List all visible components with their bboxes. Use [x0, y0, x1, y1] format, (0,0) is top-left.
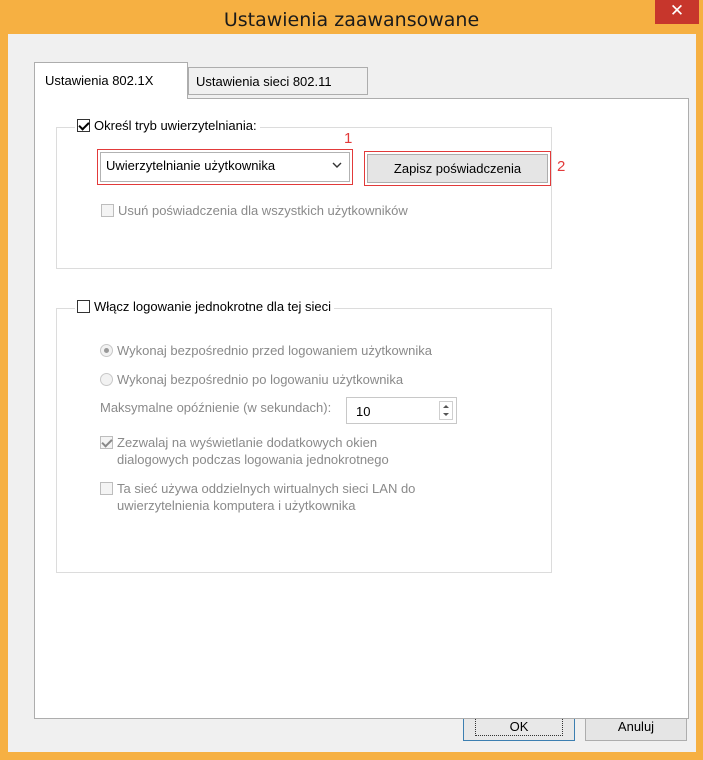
dialog-body: Ustawienia 802.1X Ustawienia sieci 802.1…: [8, 34, 696, 752]
chevron-down-icon: [331, 156, 343, 177]
allow-dialogs-option[interactable]: Zezwalaj na wyświetlanie dodatkowych oki…: [100, 435, 377, 450]
sso-checkbox[interactable]: [77, 300, 90, 313]
ok-button-label: OK: [474, 717, 564, 736]
separate-vlan-label-1: Ta sieć używa oddzielnych wirtualnych si…: [117, 481, 416, 496]
radio-before-logon-button[interactable]: [100, 344, 113, 357]
close-icon: ✕: [669, 1, 685, 21]
sso-checkbox-label: Włącz logowanie jednokrotne dla tej siec…: [94, 299, 332, 314]
allow-dialogs-label-1: Zezwalaj na wyświetlanie dodatkowych oki…: [117, 435, 378, 450]
delete-credentials-checkbox[interactable]: [101, 204, 114, 217]
radio-after-logon[interactable]: Wykonaj bezpośrednio po logowaniu użytko…: [100, 372, 403, 387]
annotation-marker-1: 1: [344, 130, 353, 147]
delete-credentials-label: Usuń poświadczenia dla wszystkich użytko…: [118, 203, 408, 218]
delete-credentials-option[interactable]: Usuń poświadczenia dla wszystkich użytko…: [101, 203, 408, 218]
save-credentials-button[interactable]: Zapisz poświadczenia: [367, 154, 548, 183]
radio-before-logon-label: Wykonaj bezpośrednio przed logowaniem uż…: [117, 343, 432, 358]
auth-mode-checkbox-label: Określ tryb uwierzytelniania:: [94, 118, 257, 133]
radio-after-logon-button[interactable]: [100, 373, 113, 386]
max-delay-spinner[interactable]: 10: [346, 397, 457, 424]
auth-mode-checkbox[interactable]: [77, 119, 90, 132]
separate-vlan-option[interactable]: Ta sieć używa oddzielnych wirtualnych si…: [100, 481, 415, 496]
tab-panel: Określ tryb uwierzytelniania: 1 Uwierzyt…: [34, 98, 689, 719]
radio-after-logon-label: Wykonaj bezpośrednio po logowaniu użytko…: [117, 372, 404, 387]
allow-dialogs-label-2: dialogowych podczas logowania jednokrotn…: [117, 452, 389, 467]
max-delay-value: 10: [356, 404, 371, 419]
title-bar[interactable]: Ustawienia zaawansowane ✕: [0, 0, 703, 34]
separate-vlan-checkbox[interactable]: [100, 482, 113, 495]
radio-before-logon[interactable]: Wykonaj bezpośrednio przed logowaniem uż…: [100, 343, 432, 358]
close-button[interactable]: ✕: [655, 0, 699, 24]
max-delay-label: Maksymalne opóźnienie (w sekundach):: [100, 400, 332, 415]
annotation-marker-2: 2: [557, 158, 566, 175]
window-title: Ustawienia zaawansowane: [223, 9, 480, 31]
auth-mode-group: Określ tryb uwierzytelniania: 1 Uwierzyt…: [56, 118, 565, 269]
auth-mode-dropdown[interactable]: Uwierzytelnianie użytkownika: [100, 152, 350, 182]
sso-legend[interactable]: Włącz logowanie jednokrotne dla tej siec…: [75, 299, 335, 314]
sso-group: Włącz logowanie jednokrotne dla tej siec…: [56, 299, 552, 573]
tab-8021x-settings[interactable]: Ustawienia 802.1X: [34, 62, 188, 99]
auth-mode-legend[interactable]: Określ tryb uwierzytelniania:: [75, 118, 260, 133]
tab-80211-settings[interactable]: Ustawienia sieci 802.11: [188, 67, 368, 95]
separate-vlan-label-2: uwierzytelnienia komputera i użytkownika: [117, 498, 356, 513]
auth-mode-selected: Uwierzytelnianie użytkownika: [106, 158, 276, 173]
dialog-window: Ustawienia zaawansowane ✕ Ustawienia 802…: [0, 0, 703, 760]
spinner-arrows-icon[interactable]: [439, 401, 453, 420]
allow-dialogs-checkbox[interactable]: [100, 436, 113, 449]
